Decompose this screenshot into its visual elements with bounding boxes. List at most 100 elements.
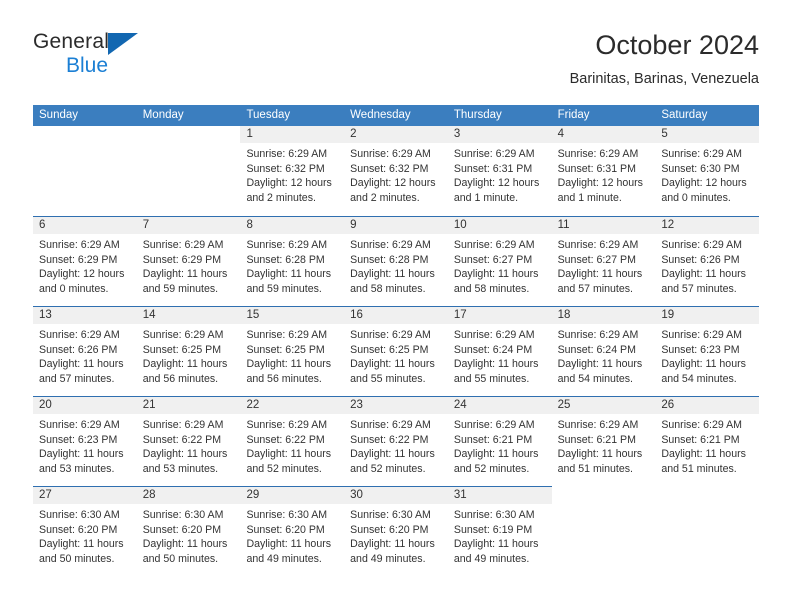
calendar-day-cell[interactable]: 5 Sunrise: 6:29 AM Sunset: 6:30 PM Daylight… bbox=[655, 126, 760, 216]
calendar-day-cell[interactable]: 16 Sunrise: 6:29 AM Sunset: 6:25 PM Dayligh… bbox=[344, 306, 448, 396]
sunrise-text: Sunrise: 6:29 AM bbox=[661, 329, 742, 341]
sunrise-text: Sunrise: 6:29 AM bbox=[350, 329, 431, 341]
calendar-week-row: 1 Sunrise: 6:29 AM Sunset: 6:32 PM Daylight… bbox=[33, 126, 760, 216]
daylight-text: Daylight: 11 hours and 54 minutes. bbox=[661, 358, 746, 385]
daylight-text: Daylight: 12 hours and 0 minutes. bbox=[39, 268, 125, 295]
day-sun-info: Sunrise: 6:29 AM Sunset: 6:27 PM Daylight:… bbox=[552, 234, 656, 296]
calendar-day-cell[interactable]: 29 Sunrise: 6:30 AM Sunset: 6:20 PM Dayligh… bbox=[240, 486, 345, 576]
day-sun-info: Sunrise: 6:29 AM Sunset: 6:30 PM Daylight:… bbox=[655, 143, 759, 205]
sunset-text: Sunset: 6:26 PM bbox=[661, 253, 740, 266]
day-sun-info: Sunrise: 6:29 AM Sunset: 6:23 PM Daylight:… bbox=[655, 324, 759, 386]
calendar-day-cell[interactable]: 28 Sunrise: 6:30 AM Sunset: 6:20 PM Dayligh… bbox=[136, 486, 241, 576]
weekday-header-saturday: Saturday bbox=[661, 109, 708, 121]
calendar-day-cell-empty bbox=[655, 486, 759, 576]
calendar-day-cell[interactable]: 11 Sunrise: 6:29 AM Sunset: 6:27 PM Dayligh… bbox=[551, 216, 656, 306]
calendar-day-cell[interactable]: 31 Sunrise: 6:30 AM Sunset: 6:19 PM Dayligh… bbox=[447, 486, 552, 576]
sunset-text: Sunset: 6:25 PM bbox=[246, 343, 325, 356]
sunrise-text: Sunrise: 6:29 AM bbox=[246, 419, 328, 431]
day-number: 13 bbox=[33, 307, 137, 324]
general-blue-logo[interactable]: General Blue bbox=[33, 28, 153, 90]
sunrise-text: Sunrise: 6:29 AM bbox=[453, 419, 535, 431]
day-sun-info: Sunrise: 6:29 AM Sunset: 6:29 PM Daylight:… bbox=[33, 234, 137, 296]
calendar-day-cell[interactable]: 27 Sunrise: 6:30 AM Sunset: 6:20 PM Dayligh… bbox=[33, 486, 137, 576]
calendar-day-cell[interactable]: 18 Sunrise: 6:29 AM Sunset: 6:24 PM Dayligh… bbox=[551, 306, 656, 396]
day-number: 5 bbox=[655, 126, 760, 143]
sunrise-text: Sunrise: 6:30 AM bbox=[350, 509, 431, 521]
daylight-text: Daylight: 11 hours and 51 minutes. bbox=[557, 448, 643, 475]
weekday-header-thursday: Thursday bbox=[453, 109, 502, 121]
daylight-text: Daylight: 11 hours and 51 minutes. bbox=[661, 448, 746, 475]
day-sun-info: Sunrise: 6:29 AM Sunset: 6:22 PM Daylight:… bbox=[240, 414, 344, 476]
calendar-day-cell-empty bbox=[137, 126, 241, 216]
calendar-day-cell[interactable]: 19 Sunrise: 6:29 AM Sunset: 6:23 PM Dayligh… bbox=[655, 306, 760, 396]
sunrise-text: Sunrise: 6:29 AM bbox=[661, 239, 742, 251]
day-number: 26 bbox=[655, 397, 760, 414]
day-number: 11 bbox=[551, 217, 656, 234]
calendar-week-row: 6 Sunrise: 6:29 AM Sunset: 6:29 PM Daylight… bbox=[33, 216, 760, 306]
sunrise-text: Sunrise: 6:29 AM bbox=[557, 419, 639, 431]
sunrise-text: Sunrise: 6:29 AM bbox=[350, 239, 431, 251]
calendar-day-cell[interactable]: 8 Sunrise: 6:29 AM Sunset: 6:28 PM Daylight… bbox=[240, 216, 345, 306]
day-number: 31 bbox=[447, 487, 552, 504]
day-sun-info: Sunrise: 6:29 AM Sunset: 6:32 PM Daylight:… bbox=[344, 143, 448, 205]
sunset-text: Sunset: 6:22 PM bbox=[246, 433, 325, 446]
daylight-text: Daylight: 11 hours and 59 minutes. bbox=[142, 268, 228, 295]
calendar-day-cell[interactable]: 22 Sunrise: 6:29 AM Sunset: 6:22 PM Dayligh… bbox=[240, 396, 345, 486]
day-sun-info: Sunrise: 6:30 AM Sunset: 6:20 PM Daylight:… bbox=[240, 504, 344, 566]
day-number bbox=[33, 126, 137, 143]
day-number: 21 bbox=[136, 397, 241, 414]
calendar-day-cell[interactable]: 6 Sunrise: 6:29 AM Sunset: 6:29 PM Daylight… bbox=[33, 216, 137, 306]
calendar-day-cell[interactable]: 17 Sunrise: 6:29 AM Sunset: 6:24 PM Dayligh… bbox=[447, 306, 552, 396]
weekday-header-tuesday: Tuesday bbox=[246, 109, 291, 121]
calendar-day-cell[interactable]: 10 Sunrise: 6:29 AM Sunset: 6:27 PM Dayligh… bbox=[447, 216, 552, 306]
calendar-week-row: 13 Sunrise: 6:29 AM Sunset: 6:26 PM Dayligh… bbox=[33, 306, 760, 396]
calendar-day-cell[interactable]: 9 Sunrise: 6:29 AM Sunset: 6:28 PM Daylight… bbox=[344, 216, 448, 306]
calendar-day-cell[interactable]: 25 Sunrise: 6:29 AM Sunset: 6:21 PM Dayligh… bbox=[551, 396, 656, 486]
sunrise-text: Sunrise: 6:29 AM bbox=[142, 419, 224, 431]
day-number: 16 bbox=[344, 307, 448, 324]
sunset-text: Sunset: 6:23 PM bbox=[661, 343, 740, 356]
calendar-day-cell[interactable]: 13 Sunrise: 6:29 AM Sunset: 6:26 PM Dayligh… bbox=[33, 306, 137, 396]
daylight-text: Daylight: 11 hours and 49 minutes. bbox=[246, 538, 332, 565]
calendar-day-cell[interactable]: 7 Sunrise: 6:29 AM Sunset: 6:29 PM Daylight… bbox=[136, 216, 241, 306]
day-sun-info: Sunrise: 6:29 AM Sunset: 6:31 PM Daylight:… bbox=[448, 143, 552, 205]
daylight-text: Daylight: 11 hours and 52 minutes. bbox=[453, 448, 539, 475]
sunrise-text: Sunrise: 6:29 AM bbox=[246, 239, 328, 251]
calendar-day-cell[interactable]: 20 Sunrise: 6:29 AM Sunset: 6:23 PM Dayligh… bbox=[33, 396, 137, 486]
calendar-day-cell[interactable]: 23 Sunrise: 6:29 AM Sunset: 6:22 PM Dayligh… bbox=[344, 396, 448, 486]
day-number: 8 bbox=[240, 217, 345, 234]
calendar-grid: Sunday Monday Tuesday Wednesday Thursday… bbox=[33, 105, 760, 576]
sunrise-text: Sunrise: 6:29 AM bbox=[453, 329, 535, 341]
calendar-day-cell[interactable]: 14 Sunrise: 6:29 AM Sunset: 6:25 PM Dayligh… bbox=[136, 306, 241, 396]
calendar-day-cell[interactable]: 30 Sunrise: 6:30 AM Sunset: 6:20 PM Dayligh… bbox=[344, 486, 448, 576]
calendar-day-cell[interactable]: 3 Sunrise: 6:29 AM Sunset: 6:31 PM Daylight… bbox=[447, 126, 552, 216]
weekday-header-monday: Monday bbox=[142, 109, 184, 121]
day-sun-info: Sunrise: 6:29 AM Sunset: 6:22 PM Daylight:… bbox=[137, 414, 241, 476]
sunset-text: Sunset: 6:26 PM bbox=[39, 343, 118, 356]
title-block: October 2024 Barinitas, Barinas, Venezue… bbox=[570, 28, 759, 90]
day-number bbox=[655, 486, 759, 503]
calendar-day-cell[interactable]: 2 Sunrise: 6:29 AM Sunset: 6:32 PM Daylight… bbox=[344, 126, 448, 216]
calendar-day-cell[interactable]: 21 Sunrise: 6:29 AM Sunset: 6:22 PM Dayligh… bbox=[136, 396, 241, 486]
calendar-day-cell[interactable]: 15 Sunrise: 6:29 AM Sunset: 6:25 PM Dayligh… bbox=[240, 306, 345, 396]
day-number: 14 bbox=[136, 307, 241, 324]
sunrise-text: Sunrise: 6:29 AM bbox=[350, 148, 431, 160]
sunrise-text: Sunrise: 6:29 AM bbox=[246, 148, 328, 160]
day-number: 20 bbox=[33, 397, 137, 414]
calendar-day-cell[interactable]: 26 Sunrise: 6:29 AM Sunset: 6:21 PM Dayligh… bbox=[655, 396, 760, 486]
calendar-day-cell[interactable]: 4 Sunrise: 6:29 AM Sunset: 6:31 PM Daylight… bbox=[551, 126, 656, 216]
daylight-text: Daylight: 11 hours and 53 minutes. bbox=[142, 448, 228, 475]
calendar-day-cell[interactable]: 12 Sunrise: 6:29 AM Sunset: 6:26 PM Dayligh… bbox=[655, 216, 760, 306]
weekday-header-row: Sunday Monday Tuesday Wednesday Thursday… bbox=[33, 105, 759, 126]
sunset-text: Sunset: 6:20 PM bbox=[142, 523, 222, 536]
day-number: 1 bbox=[240, 126, 345, 143]
day-sun-info: Sunrise: 6:30 AM Sunset: 6:19 PM Daylight:… bbox=[448, 504, 552, 566]
calendar-day-cell[interactable]: 24 Sunrise: 6:29 AM Sunset: 6:21 PM Dayligh… bbox=[447, 396, 552, 486]
sunrise-text: Sunrise: 6:29 AM bbox=[39, 419, 120, 431]
sunset-text: Sunset: 6:20 PM bbox=[39, 523, 118, 536]
sunset-text: Sunset: 6:29 PM bbox=[142, 253, 222, 266]
sunrise-text: Sunrise: 6:29 AM bbox=[661, 419, 742, 431]
sunset-text: Sunset: 6:21 PM bbox=[557, 433, 636, 446]
calendar-day-cell[interactable]: 1 Sunrise: 6:29 AM Sunset: 6:32 PM Daylight… bbox=[240, 126, 345, 216]
sunrise-text: Sunrise: 6:30 AM bbox=[453, 509, 535, 521]
